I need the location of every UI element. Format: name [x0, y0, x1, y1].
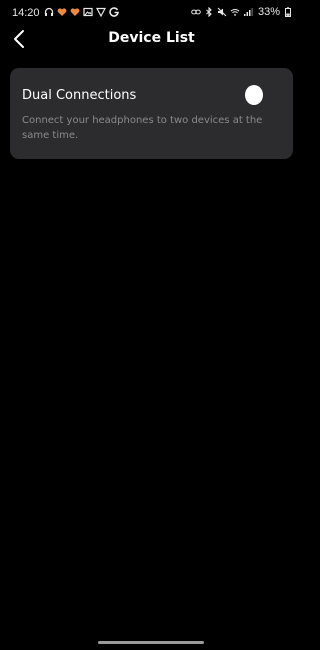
status-time: 14:20	[12, 7, 40, 19]
mute-icon	[217, 7, 227, 18]
wifi-icon	[230, 7, 240, 18]
google-icon	[109, 6, 119, 17]
shield-icon	[96, 6, 106, 17]
system-icons: 33%	[191, 6, 293, 18]
signal-icon	[243, 7, 253, 18]
dual-connections-title: Dual Connections	[22, 88, 137, 103]
battery-icon	[283, 7, 293, 18]
battery-percent: 33%	[257, 6, 280, 18]
gesture-nav-handle[interactable]	[98, 641, 204, 644]
gallery-icon	[83, 6, 93, 17]
dual-connections-toggle[interactable]	[244, 84, 266, 106]
dual-connections-description: Connect your headphones to two devices a…	[22, 115, 263, 141]
notification-icons	[44, 6, 119, 17]
toggle-knob	[245, 85, 263, 105]
link-icon	[191, 7, 201, 18]
app-header: Device List	[0, 24, 303, 54]
page-title: Device List	[108, 30, 195, 46]
heart-icon	[57, 6, 67, 17]
bluetooth-icon	[204, 7, 214, 18]
headphones-icon	[44, 6, 54, 17]
heart-icon	[70, 6, 80, 17]
dual-connections-card: Dual Connections Connect your headphones…	[10, 68, 293, 159]
